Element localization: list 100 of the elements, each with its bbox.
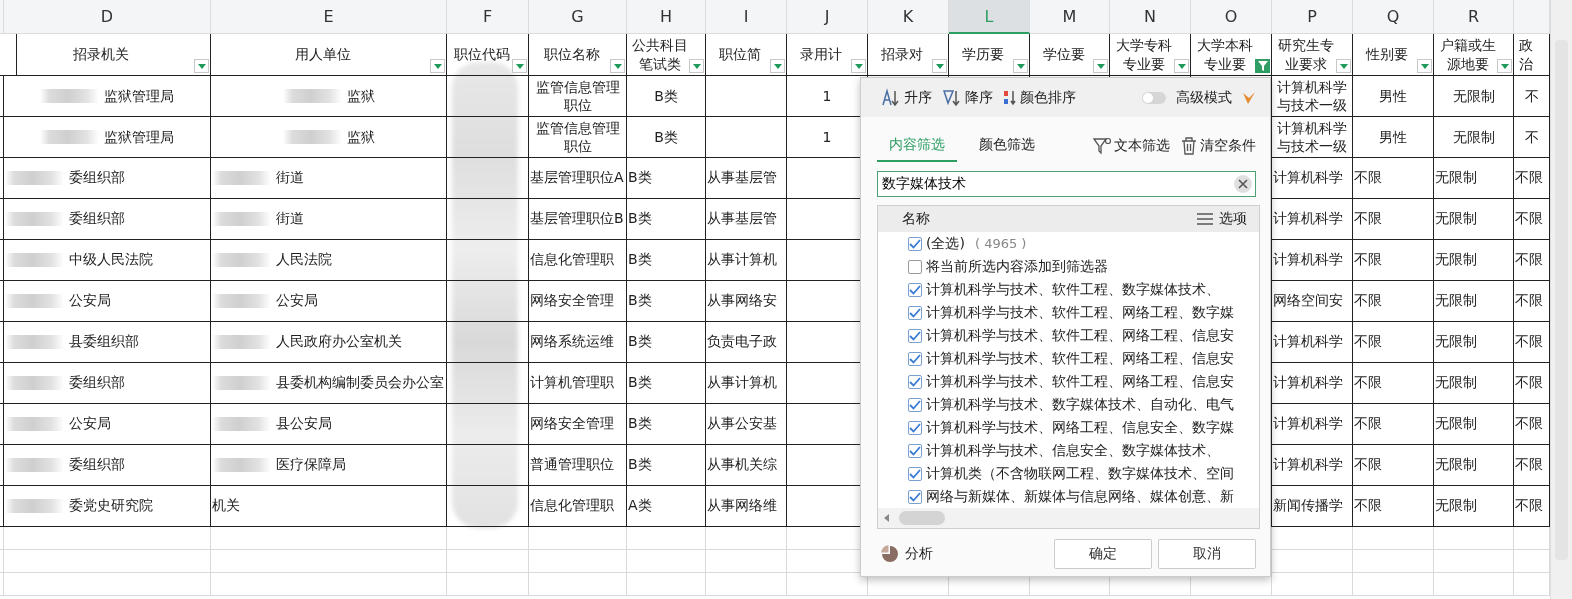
filter-action-button[interactable]: 文本筛选 — [1092, 136, 1170, 156]
column-letter[interactable]: K — [868, 0, 949, 34]
list-item-label[interactable]: 计算机科学与技术、软件工程、网络工程、信息安 — [926, 326, 1234, 345]
checkbox[interactable] — [908, 397, 922, 412]
sort-button[interactable]: 降序 — [942, 87, 993, 108]
dialog-button[interactable]: 取消 — [1158, 539, 1256, 569]
funnel-icon — [1257, 61, 1268, 71]
filter-button[interactable] — [1336, 59, 1351, 73]
table-cell: 人民法院 — [211, 240, 447, 281]
column-letter[interactable]: R — [1434, 0, 1514, 34]
list-item-label[interactable]: 计算机科学与技术、软件工程、网络工程、信息安 — [926, 349, 1234, 368]
sort-button[interactable]: 颜色排序 — [1003, 87, 1076, 108]
checkbox[interactable] — [908, 420, 922, 435]
table-cell: 计算机科学 — [1272, 363, 1353, 404]
table-cell: 从事计算机 — [706, 363, 787, 404]
dialog-button[interactable]: 确定 — [1054, 539, 1152, 569]
filter-button[interactable] — [1093, 59, 1108, 73]
table-cell: B类 — [627, 322, 706, 363]
column-letter[interactable]: E — [211, 0, 447, 34]
list-item-label[interactable]: 计算机科学与技术、数字媒体技术、自动化、电气 — [926, 395, 1234, 414]
table-cell: 监管信息管理职位 — [529, 117, 627, 158]
filter-button[interactable] — [932, 59, 947, 73]
check-icon — [909, 422, 921, 433]
search-field[interactable]: 数字媒体技术 — [877, 171, 1256, 197]
column-header: 招录机关 — [73, 45, 129, 64]
column-letter[interactable]: G — [529, 0, 627, 34]
checkbox[interactable] — [908, 259, 922, 274]
list-item-label[interactable]: 计算机科学与技术、软件工程、网络工程、数字媒 — [926, 303, 1234, 322]
table-cell: B类 — [627, 445, 706, 486]
check-icon — [909, 399, 921, 410]
column-header: 职位代码 — [453, 45, 510, 64]
table-cell: 网络安全管理 — [529, 404, 627, 445]
checkbox[interactable] — [908, 443, 922, 458]
table-cell: B类 — [627, 199, 706, 240]
table-cell: 不限 — [1353, 322, 1434, 363]
table-cell: 县公安局 — [211, 404, 447, 445]
list-item-label[interactable]: 计算机科学与技术、信息安全、数字媒体技术、 — [926, 441, 1220, 460]
horizontal-scrollbar[interactable] — [878, 508, 1259, 528]
table-cell: 委组织部 — [4, 199, 211, 240]
check-icon — [909, 238, 921, 249]
dropdown-arrow-icon — [935, 63, 944, 69]
table-cell: 从事基层管 — [706, 158, 787, 199]
scroll-left-icon — [884, 514, 889, 522]
column-letter[interactable]: P — [1272, 0, 1353, 34]
table-cell: 男性 — [1353, 76, 1434, 117]
list-item-label[interactable]: 计算机类（不含物联网工程、数字媒体技术、空间 — [926, 464, 1234, 483]
column-letter[interactable]: M — [1030, 0, 1110, 34]
column-label: 名称 — [902, 210, 930, 228]
column-letter[interactable]: I — [706, 0, 787, 34]
dropdown-arrow-icon — [854, 63, 863, 69]
filter-button[interactable] — [689, 59, 704, 73]
vertical-scrollbar[interactable] — [1550, 0, 1572, 599]
scrollbar-thumb[interactable] — [899, 511, 945, 525]
dropdown-arrow-icon — [1016, 63, 1025, 69]
checkbox[interactable] — [908, 305, 922, 320]
filter-button[interactable] — [430, 59, 445, 73]
options-button[interactable]: 选项 — [1197, 210, 1247, 228]
table-cell: 无限制 — [1434, 76, 1514, 117]
checkbox[interactable] — [908, 466, 922, 481]
column-letter[interactable]: F — [447, 0, 529, 34]
filter-action-button[interactable]: 清空条件 — [1180, 136, 1256, 156]
column-letter[interactable]: D — [4, 0, 211, 34]
analyze-button[interactable]: 分析 — [881, 545, 933, 563]
filter-button[interactable] — [770, 59, 785, 73]
filter-button[interactable] — [1013, 59, 1028, 73]
checkbox[interactable] — [908, 374, 922, 389]
table-cell: 基层管理职位A — [529, 158, 627, 199]
column-letter[interactable]: N — [1110, 0, 1191, 34]
column-letter[interactable]: O — [1191, 0, 1272, 34]
filter-button[interactable] — [194, 59, 209, 73]
list-item-label[interactable]: 网络与新媒体、新媒体与信息网络、媒体创意、新 — [926, 487, 1234, 506]
filter-button[interactable] — [1497, 59, 1512, 73]
filter-tab[interactable]: 颜色筛选 — [967, 130, 1047, 162]
filter-button[interactable] — [1174, 59, 1189, 73]
list-item-label[interactable]: (全选) — [926, 234, 965, 253]
list-item-label[interactable]: 计算机科学与技术、软件工程、网络工程、信息安 — [926, 372, 1234, 391]
list-item-label[interactable]: 将当前所选内容添加到筛选器 — [926, 257, 1108, 276]
filter-button[interactable] — [610, 59, 625, 73]
checkbox[interactable] — [908, 351, 922, 366]
column-letter[interactable]: H — [627, 0, 706, 34]
table-cell: 信息化管理职 — [529, 486, 627, 527]
column-letter[interactable]: Q — [1353, 0, 1434, 34]
checkbox[interactable] — [908, 328, 922, 343]
column-header: 公共科目笔试类 — [631, 35, 689, 74]
table-cell: 不限 — [1353, 363, 1434, 404]
list-item-label[interactable]: 计算机科学与技术、网络工程、信息安全、数字媒 — [926, 418, 1234, 437]
dropdown-arrow-icon — [515, 63, 524, 69]
column-letter[interactable]: J — [787, 0, 868, 34]
filter-button[interactable] — [512, 59, 527, 73]
filter-button[interactable] — [851, 59, 866, 73]
checkbox[interactable] — [908, 282, 922, 297]
column-header: 学历要 — [962, 45, 1004, 64]
checkbox[interactable] — [908, 489, 922, 504]
filter-button[interactable] — [1255, 59, 1270, 73]
filter-button[interactable] — [1417, 59, 1432, 73]
toggle-switch[interactable] — [1142, 91, 1166, 104]
table-cell: 网络安全管理 — [529, 281, 627, 322]
sort-button[interactable]: 升序 — [881, 87, 932, 108]
list-item-label[interactable]: 计算机科学与技术、软件工程、数字媒体技术、 — [926, 280, 1220, 299]
checkbox[interactable] — [908, 236, 922, 251]
